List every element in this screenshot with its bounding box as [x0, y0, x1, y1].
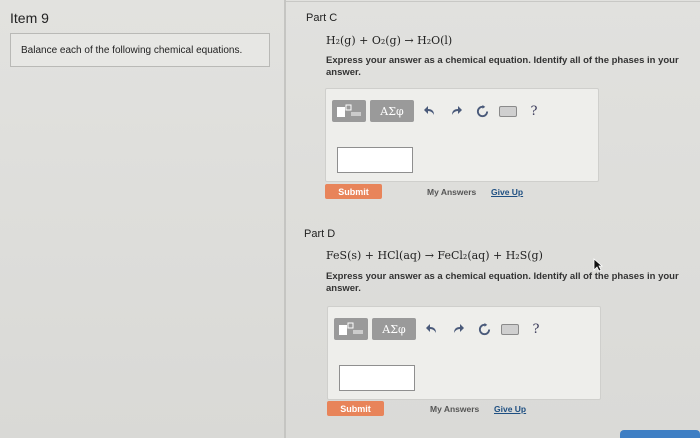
part-c-label: Part C — [306, 12, 338, 24]
part-c-answer-editor: ΑΣφ ? — [325, 88, 599, 182]
part-d-answer-input[interactable] — [339, 365, 415, 391]
top-rule — [286, 1, 700, 2]
greek-symbols-button[interactable]: ΑΣφ — [372, 318, 416, 340]
part-c-submit-button[interactable]: Submit — [325, 184, 382, 199]
template-icon[interactable] — [334, 318, 368, 340]
part-c-give-up-link[interactable]: Give Up — [491, 187, 523, 197]
part-c-my-answers-link[interactable]: My Answers — [427, 187, 476, 197]
help-icon[interactable]: ? — [522, 100, 546, 122]
mouse-cursor-icon — [593, 258, 603, 272]
help-icon[interactable]: ? — [524, 318, 548, 340]
part-d-submit-button[interactable]: Submit — [327, 401, 384, 416]
instructions-box: Balance each of the following chemical e… — [10, 33, 270, 67]
part-d-give-up-link[interactable]: Give Up — [494, 404, 526, 414]
instructions-text: Balance each of the following chemical e… — [21, 45, 243, 56]
part-d-my-answers-link[interactable]: My Answers — [430, 404, 479, 414]
left-panel: Item 9 Balance each of the following che… — [0, 0, 284, 438]
template-icon[interactable] — [332, 100, 366, 122]
redo-icon[interactable] — [444, 100, 468, 122]
redo-icon[interactable] — [446, 318, 470, 340]
part-d-prompt: Express your answer as a chemical equati… — [326, 271, 679, 294]
undo-icon[interactable] — [420, 318, 444, 340]
reset-icon[interactable] — [470, 100, 494, 122]
keyboard-icon[interactable] — [498, 318, 522, 340]
part-c-toolbar: ΑΣφ ? — [332, 99, 548, 123]
part-d-equation: FeS(s) + HCl(aq) → FeCl₂(aq) + H₂S(g) — [326, 249, 543, 262]
part-d-answer-editor: ΑΣφ ? — [327, 306, 601, 400]
part-d-toolbar: ΑΣφ ? — [334, 317, 550, 341]
greek-symbols-button[interactable]: ΑΣφ — [370, 100, 414, 122]
undo-icon[interactable] — [418, 100, 442, 122]
part-c-answer-input[interactable] — [337, 147, 413, 173]
item-title: Item 9 — [10, 10, 49, 26]
part-c-prompt: Express your answer as a chemical equati… — [326, 55, 679, 78]
part-d-label: Part D — [304, 228, 336, 240]
keyboard-icon[interactable] — [496, 100, 520, 122]
part-c-equation: H₂(g) + O₂(g) → H₂O(l) — [326, 34, 453, 47]
bottom-blue-tab[interactable] — [620, 430, 700, 438]
reset-icon[interactable] — [472, 318, 496, 340]
